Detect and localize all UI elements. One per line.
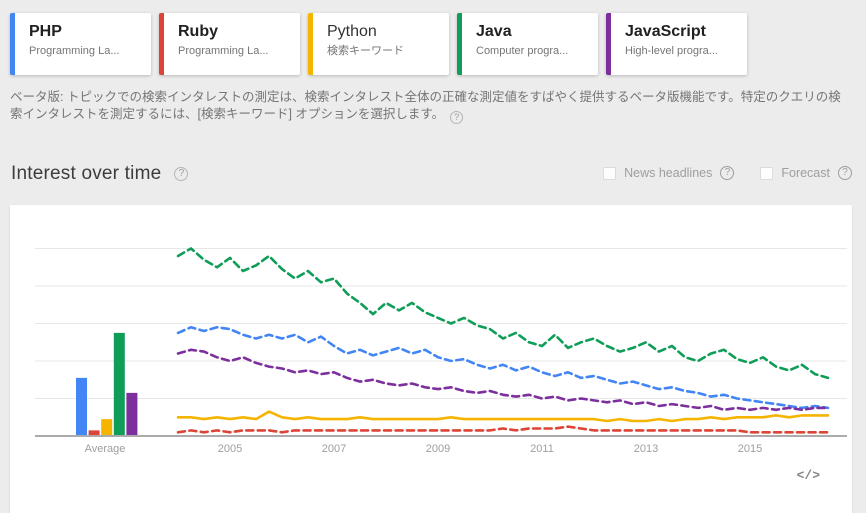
section-header: Interest over time ? bbox=[11, 163, 189, 185]
term-card-body: JavaScript High-level progra... bbox=[611, 13, 718, 75]
x-axis-label-2009: 2009 bbox=[425, 443, 451, 455]
term-subtitle: 検索キーワード bbox=[327, 45, 404, 57]
term-card-python[interactable]: Python 検索キーワード bbox=[308, 13, 449, 75]
series-line-javascript[interactable] bbox=[176, 348, 830, 412]
term-title: JavaScript bbox=[625, 23, 706, 40]
x-axis-label-2007: 2007 bbox=[321, 443, 347, 455]
section-help-icon[interactable]: ? bbox=[174, 167, 189, 181]
page-title: Interest over time bbox=[11, 163, 162, 184]
term-card-body: Python 検索キーワード bbox=[313, 13, 404, 75]
x-axis-labels: Average 2005 2007 2009 2011 2013 2015 bbox=[10, 443, 852, 457]
news-headlines-control[interactable]: News headlines ? bbox=[603, 166, 735, 180]
series-line-python[interactable] bbox=[176, 410, 830, 423]
forecast-help-icon[interactable]: ? bbox=[838, 166, 852, 180]
x-axis-label-2011: 2011 bbox=[530, 443, 554, 455]
beta-notice-text: ベータ版: トピックでの検索インタレストの測定は、検索インタレスト全体の正確な測… bbox=[10, 90, 841, 121]
comparison-cards-row: PHP Programming La... Ruby Programming La..… bbox=[10, 13, 747, 75]
beta-help-icon[interactable]: ? bbox=[450, 111, 464, 124]
x-axis-label-average: Average bbox=[84, 443, 126, 455]
news-headlines-help-icon[interactable]: ? bbox=[720, 166, 735, 180]
term-title: PHP bbox=[29, 23, 62, 40]
x-axis-label-2015: 2015 bbox=[737, 443, 763, 455]
forecast-label: Forecast bbox=[781, 166, 830, 180]
term-title: Java bbox=[476, 23, 512, 40]
embed-icon[interactable]: </> bbox=[797, 468, 820, 483]
x-axis-label-2013: 2013 bbox=[633, 443, 659, 455]
trends-page: PHP Programming La... Ruby Programming La..… bbox=[0, 0, 866, 513]
term-title: Ruby bbox=[178, 23, 218, 40]
chart-card: Average 2005 2007 2009 2011 2013 2015 </> bbox=[10, 205, 852, 513]
average-bar-java[interactable] bbox=[113, 332, 125, 436]
term-card-java[interactable]: Java Computer progra... bbox=[457, 13, 598, 75]
term-card-body: Ruby Programming La... bbox=[164, 13, 268, 75]
news-headlines-label: News headlines bbox=[624, 166, 713, 180]
term-card-ruby[interactable]: Ruby Programming La... bbox=[159, 13, 300, 75]
forecast-control[interactable]: Forecast ? bbox=[760, 166, 852, 180]
term-card-body: PHP Programming La... bbox=[15, 13, 119, 75]
chart-controls: News headlines ? Forecast ? bbox=[603, 166, 852, 180]
forecast-checkbox[interactable] bbox=[760, 166, 774, 180]
term-subtitle: Programming La... bbox=[29, 45, 120, 57]
term-title: Python bbox=[327, 23, 377, 40]
average-bar-python[interactable] bbox=[101, 419, 113, 436]
term-subtitle: High-level progra... bbox=[625, 45, 718, 57]
interest-over-time-chart[interactable] bbox=[10, 225, 852, 440]
beta-notice: ベータ版: トピックでの検索インタレストの測定は、検索インタレスト全体の正確な測… bbox=[10, 89, 842, 124]
series-line-java[interactable] bbox=[176, 247, 830, 380]
term-card-body: Java Computer progra... bbox=[462, 13, 568, 75]
term-card-javascript[interactable]: JavaScript High-level progra... bbox=[606, 13, 747, 75]
term-card-php[interactable]: PHP Programming La... bbox=[10, 13, 151, 75]
series-line-ruby[interactable] bbox=[176, 425, 830, 434]
term-subtitle: Computer progra... bbox=[476, 45, 569, 57]
x-axis-label-2005: 2005 bbox=[217, 443, 243, 455]
average-bar-javascript[interactable] bbox=[126, 392, 138, 436]
average-bar-php[interactable] bbox=[76, 377, 87, 436]
term-subtitle: Programming La... bbox=[178, 45, 269, 57]
news-headlines-checkbox[interactable] bbox=[603, 166, 617, 180]
